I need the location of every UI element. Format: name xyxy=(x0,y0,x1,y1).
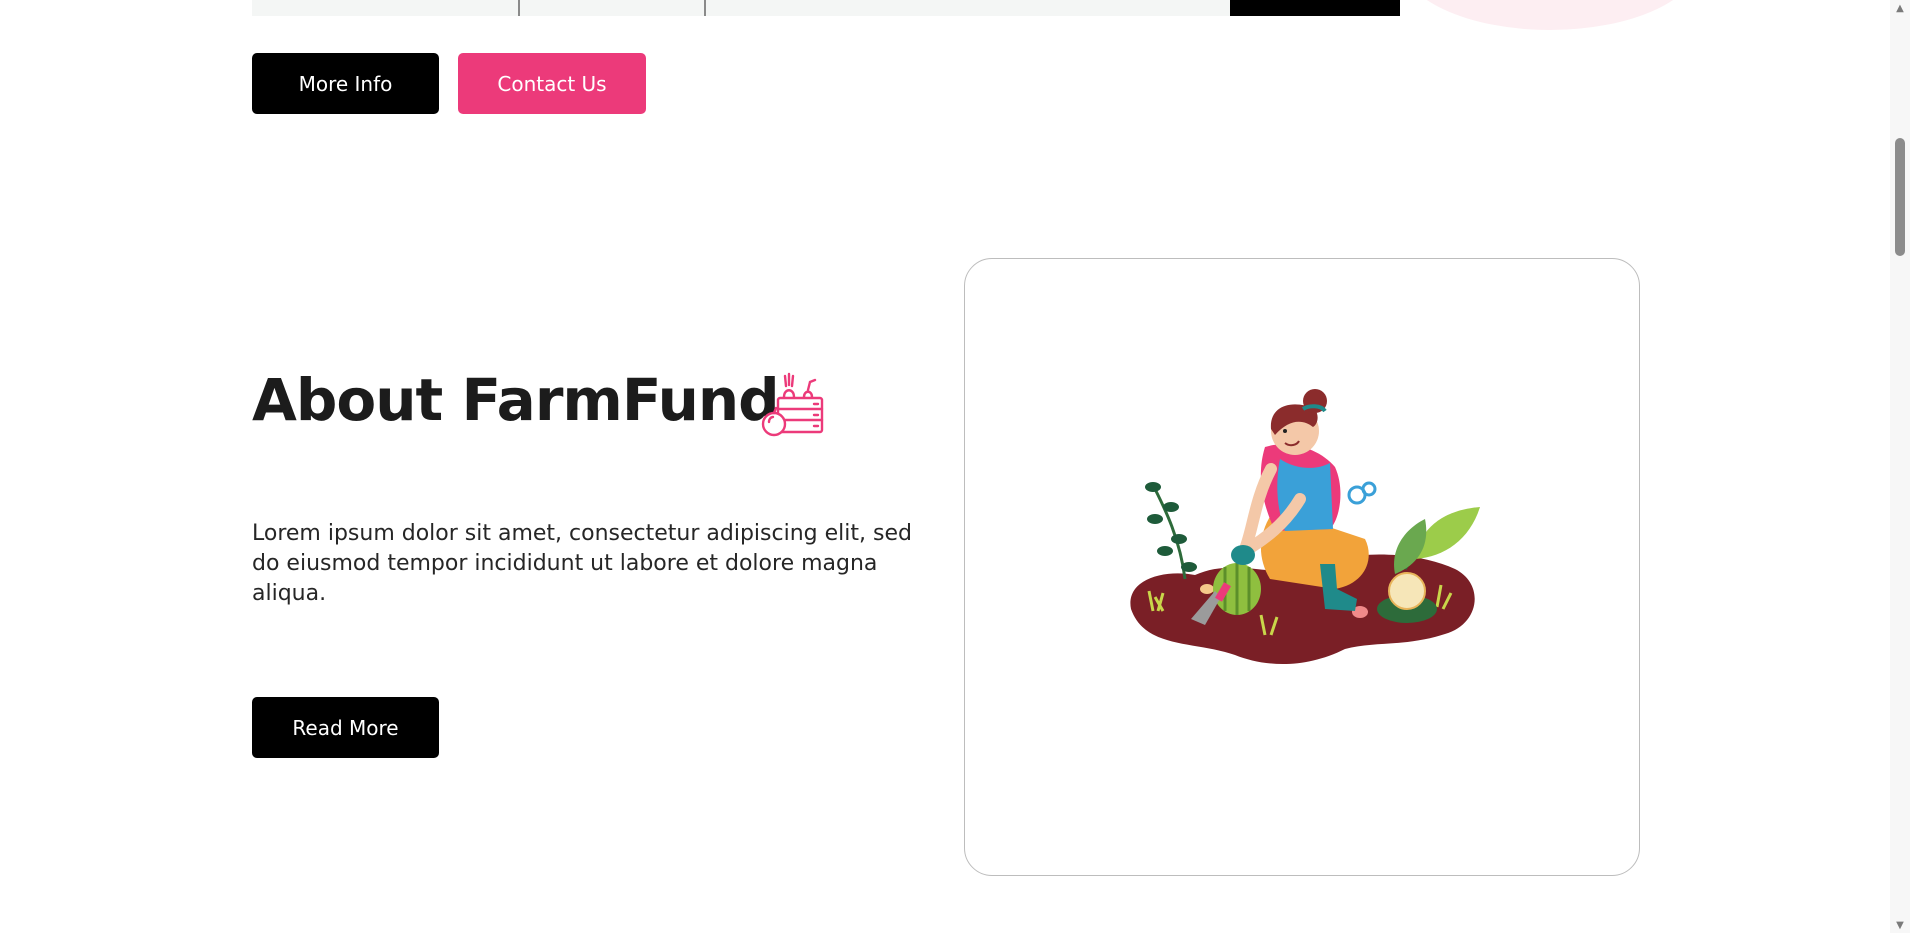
previous-section-remnant xyxy=(252,0,1400,16)
about-heading: About FarmFund xyxy=(252,366,780,434)
about-description: Lorem ipsum dolor sit amet, consectetur … xyxy=(252,521,912,606)
farm-crate-icon xyxy=(761,372,824,437)
vertical-scrollbar[interactable]: ▲ ▼ xyxy=(1890,0,1910,933)
scrollbar-thumb[interactable] xyxy=(1895,138,1905,256)
about-image-card xyxy=(964,258,1640,876)
divider xyxy=(704,0,706,16)
divider xyxy=(518,0,520,16)
scroll-up-arrow-icon[interactable]: ▲ xyxy=(1890,0,1910,16)
woman-gardening-illustration xyxy=(1130,389,1480,665)
decorative-pink-blob xyxy=(1400,0,1700,30)
read-more-button[interactable]: Read More xyxy=(252,697,439,758)
more-info-button[interactable]: More Info xyxy=(252,53,439,114)
scroll-down-arrow-icon[interactable]: ▼ xyxy=(1890,917,1910,933)
dark-block xyxy=(1230,0,1400,16)
contact-us-button[interactable]: Contact Us xyxy=(458,53,646,114)
